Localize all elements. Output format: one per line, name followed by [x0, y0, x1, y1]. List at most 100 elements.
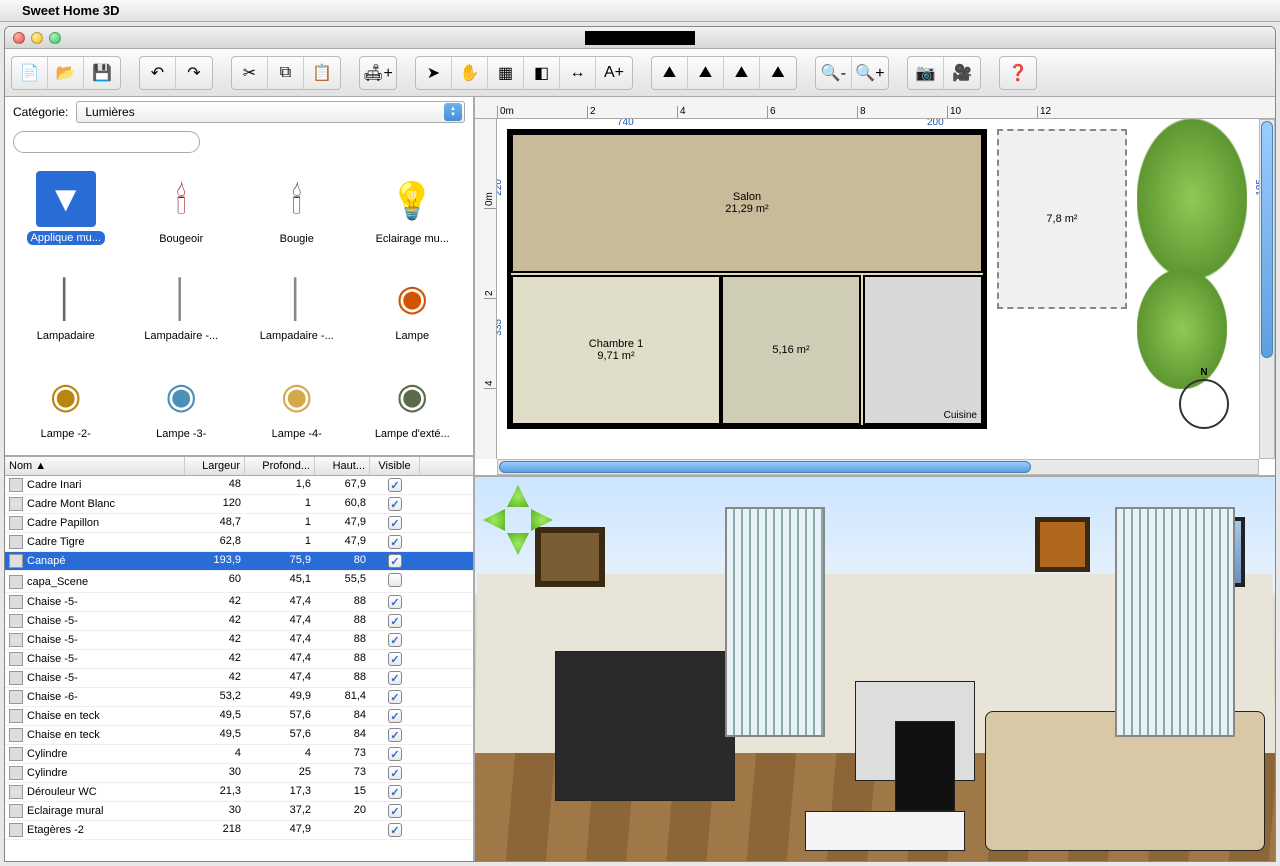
catalog-item[interactable]: ◉Lampe d'exté... [356, 356, 470, 444]
copy-button[interactable]: ⧉ [268, 57, 304, 89]
visible-checkbox[interactable]: ✓ [388, 671, 402, 685]
table-row[interactable]: Chaise -5-4247,488✓ [5, 631, 473, 650]
open-file-button[interactable]: 📂 [48, 57, 84, 89]
column-name[interactable]: Nom ▲ [5, 457, 185, 475]
cell-visible[interactable]: ✓ [370, 631, 420, 649]
plan-scrollbar-horizontal[interactable] [497, 459, 1259, 475]
catalog-item[interactable]: ▼Applique mu... [9, 161, 123, 249]
table-row[interactable]: Cadre Papillon48,7147,9✓ [5, 514, 473, 533]
table-row[interactable]: Chaise -5-4247,488✓ [5, 612, 473, 631]
wall-tool-button[interactable]: ▦ [488, 57, 524, 89]
cell-visible[interactable]: ✓ [370, 495, 420, 513]
table-row[interactable]: Dérouleur WC21,317,315✓ [5, 783, 473, 802]
visible-checkbox[interactable]: ✓ [388, 535, 402, 549]
paste-button[interactable]: 📋 [304, 57, 340, 89]
view-3d[interactable] [475, 477, 1275, 861]
visible-checkbox[interactable]: ✓ [388, 595, 402, 609]
nav-down-button[interactable] [507, 533, 529, 555]
dimension-tool-button[interactable]: ↔ [560, 57, 596, 89]
cell-visible[interactable]: ✓ [370, 821, 420, 839]
select-tool-button[interactable]: ➤ [416, 57, 452, 89]
cell-visible[interactable]: ✓ [370, 514, 420, 532]
table-row[interactable]: Chaise en teck49,557,684✓ [5, 707, 473, 726]
redo-button[interactable]: ↷ [176, 57, 212, 89]
column-width[interactable]: Largeur [185, 457, 245, 475]
furniture-table[interactable]: Nom ▲ Largeur Profond... Haut... Visible… [5, 457, 473, 861]
pan-tool-button[interactable]: ✋ [452, 57, 488, 89]
room-chambre[interactable]: Chambre 1 9,71 m² [511, 275, 721, 425]
view-north-button[interactable]: ⛰ [688, 57, 724, 89]
table-row[interactable]: capa_Scene6045,155,5 [5, 571, 473, 593]
undo-button[interactable]: ↶ [140, 57, 176, 89]
cell-visible[interactable] [370, 571, 420, 592]
window-titlebar[interactable] [5, 27, 1275, 49]
catalog-item[interactable]: 💡Eclairage mu... [356, 161, 470, 249]
room-bath[interactable]: 5,16 m² [721, 275, 861, 425]
new-file-button[interactable]: 📄 [12, 57, 48, 89]
cell-visible[interactable]: ✓ [370, 688, 420, 706]
video-button[interactable]: 🎥 [944, 57, 980, 89]
help-button[interactable]: ❓ [1000, 57, 1036, 89]
table-row[interactable]: Etagères -221847,9✓ [5, 821, 473, 840]
room-salon[interactable]: Salon 21,29 m² [511, 133, 983, 273]
zoom-in-button[interactable]: 🔍+ [852, 57, 888, 89]
compass-icon[interactable]: N [1179, 379, 1229, 429]
catalog-item[interactable]: │Lampadaire -... [240, 258, 354, 346]
view-top-button[interactable]: ⛰ [724, 57, 760, 89]
catalog-item[interactable]: ◉Lampe -2- [9, 356, 123, 444]
cell-visible[interactable]: ✓ [370, 802, 420, 820]
zoom-out-button[interactable]: 🔍- [816, 57, 852, 89]
table-row[interactable]: Chaise en teck49,557,684✓ [5, 726, 473, 745]
plan-view[interactable]: 0m24681012 0m24 Salon 21,29 m² Chambre 1… [475, 97, 1275, 477]
catalog-grid[interactable]: ▼Applique mu...🕯Bougeoir🕯Bougie💡Eclairag… [5, 157, 473, 455]
visible-checkbox[interactable]: ✓ [388, 804, 402, 818]
table-row[interactable]: Cadre Inari481,667,9✓ [5, 476, 473, 495]
visible-checkbox[interactable] [388, 573, 402, 587]
table-row[interactable]: Chaise -5-4247,488✓ [5, 650, 473, 669]
category-select[interactable]: Lumières ▲▼ [76, 101, 465, 123]
cell-visible[interactable]: ✓ [370, 745, 420, 763]
table-row[interactable]: Chaise -5-4247,488✓ [5, 669, 473, 688]
cell-visible[interactable]: ✓ [370, 612, 420, 630]
save-file-button[interactable]: 💾 [84, 57, 120, 89]
cell-visible[interactable]: ✓ [370, 650, 420, 668]
table-row[interactable]: Cadre Tigre62,8147,9✓ [5, 533, 473, 552]
tree-icon[interactable] [1137, 269, 1227, 389]
floorplan-outline[interactable]: Salon 21,29 m² Chambre 1 9,71 m² 5,16 m²… [507, 129, 987, 429]
visible-checkbox[interactable]: ✓ [388, 633, 402, 647]
room-tool-button[interactable]: ◧ [524, 57, 560, 89]
cell-visible[interactable]: ✓ [370, 707, 420, 725]
view-aerial-button[interactable]: ⛰ [760, 57, 796, 89]
furniture-table-header[interactable]: Nom ▲ Largeur Profond... Haut... Visible [5, 457, 473, 476]
visible-checkbox[interactable]: ✓ [388, 823, 402, 837]
visible-checkbox[interactable]: ✓ [388, 614, 402, 628]
add-furniture-button[interactable]: 🛋+ [360, 57, 396, 89]
column-height[interactable]: Haut... [315, 457, 370, 475]
zoom-window-button[interactable] [49, 32, 61, 44]
plan-scrollbar-vertical[interactable] [1259, 119, 1275, 459]
nav-right-button[interactable] [531, 509, 553, 531]
catalog-item[interactable]: │Lampadaire -... [125, 258, 239, 346]
scroll-thumb[interactable] [499, 461, 1031, 473]
cell-visible[interactable]: ✓ [370, 533, 420, 551]
search-input[interactable] [13, 131, 200, 153]
text-tool-button[interactable]: A+ [596, 57, 632, 89]
cell-visible[interactable]: ✓ [370, 726, 420, 744]
cell-visible[interactable]: ✓ [370, 783, 420, 801]
app-name[interactable]: Sweet Home 3D [22, 3, 120, 18]
room-cuisine[interactable]: Cuisine [863, 275, 983, 425]
table-row[interactable]: Chaise -5-4247,488✓ [5, 593, 473, 612]
column-visible[interactable]: Visible [370, 457, 420, 475]
cell-visible[interactable]: ✓ [370, 669, 420, 687]
table-row[interactable]: Cylindre4473✓ [5, 745, 473, 764]
table-row[interactable]: Cylindre302573✓ [5, 764, 473, 783]
tree-icon[interactable] [1137, 119, 1247, 279]
nav-left-button[interactable] [483, 509, 505, 531]
cell-visible[interactable]: ✓ [370, 764, 420, 782]
catalog-item[interactable]: ◉Lampe -3- [125, 356, 239, 444]
plan-3d-button[interactable]: ⛰ [652, 57, 688, 89]
visible-checkbox[interactable]: ✓ [388, 516, 402, 530]
cell-visible[interactable]: ✓ [370, 476, 420, 494]
column-depth[interactable]: Profond... [245, 457, 315, 475]
cell-visible[interactable]: ✓ [370, 593, 420, 611]
